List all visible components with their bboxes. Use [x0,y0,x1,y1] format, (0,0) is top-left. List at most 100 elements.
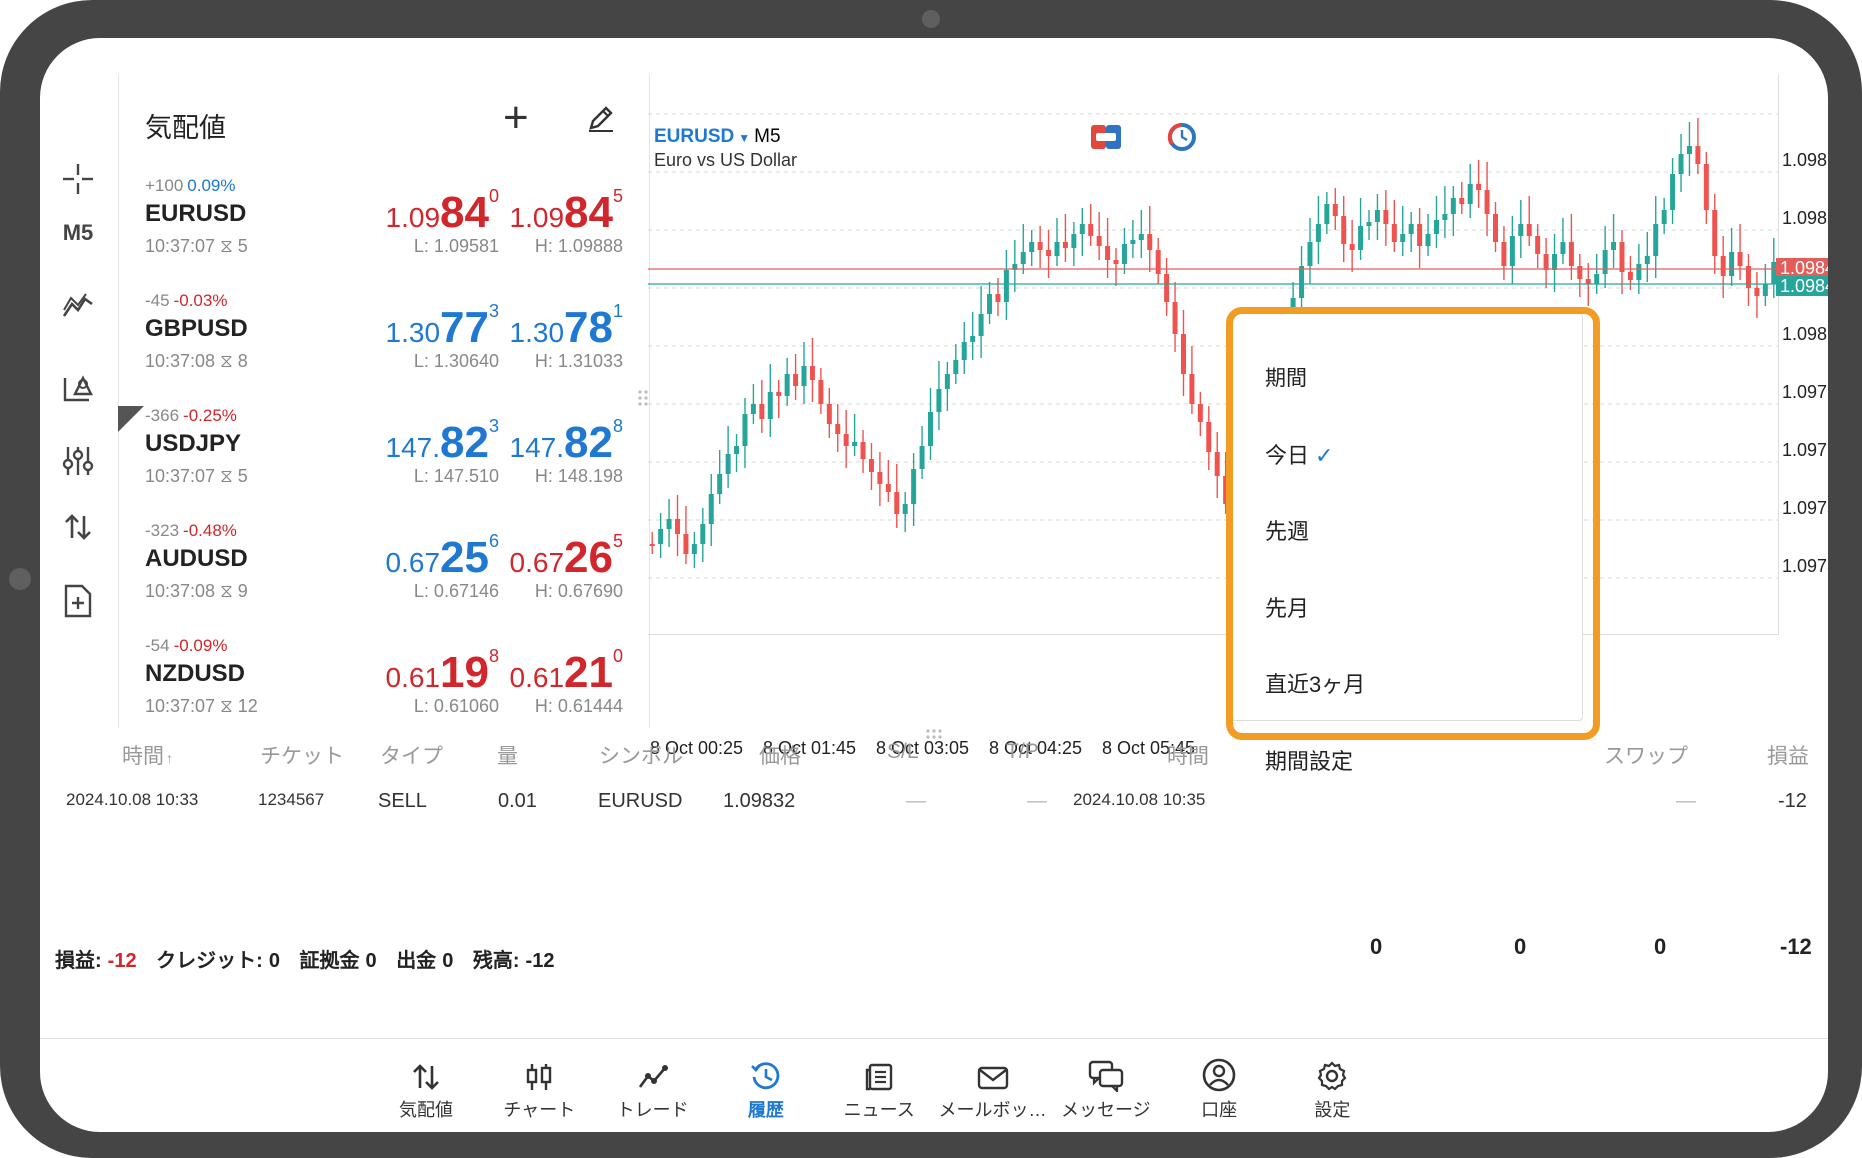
timeframe-button[interactable]: M5 [48,208,108,258]
candle-body [1476,184,1482,190]
tablet-frame: M5 気配値 + +100 0.09% EURUSD 10:37:07 ⧖ 5 … [0,0,1862,1158]
quote-ask[interactable]: 147.828 [509,416,623,468]
candle-body [1197,404,1203,422]
ask-big: 84 [564,188,613,237]
quote-bid[interactable]: 0.67256 [386,531,499,583]
col-tp[interactable]: T/P [1006,740,1039,764]
col-profit[interactable]: 損益 [1767,740,1809,770]
history-row[interactable]: 2024.10.08 10:33 1234567 SELL 0.01 EURUS… [40,790,1828,830]
col-close-time[interactable]: 時間 [1167,740,1209,770]
candle-body [1079,224,1085,234]
nav-item[interactable]: 気配値 [371,1056,481,1122]
nav-item[interactable]: メッセージ [1051,1056,1161,1122]
quote-ask[interactable]: 1.30781 [509,301,623,353]
chart-resize-handle[interactable] [925,728,943,740]
indicators-icon[interactable] [48,282,108,332]
chart-plot-area[interactable] [648,74,1779,635]
camera-dot [922,10,940,28]
crosshair-icon[interactable] [48,154,108,204]
history-table-header: 時間 ↑ チケット タイプ 量 シンボル 価格 S/L T/P 時間 スワップ 損… [40,740,1828,780]
nav-item[interactable]: メールボッ… [938,1056,1048,1122]
settings-sliders-icon[interactable] [48,436,108,486]
trend-icon [598,1056,708,1092]
quote-bid[interactable]: 1.09840 [386,186,499,238]
ask-pip: 5 [612,186,623,206]
quote-ask[interactable]: 1.09845 [510,186,623,238]
candle-body [1442,214,1448,220]
bid-pip: 3 [488,301,499,321]
candle-body [995,294,1001,302]
quote-row[interactable]: -366 -0.25% USDJPY 10:37:07 ⧖ 5 147.823 147.8… [119,400,649,515]
col-symbol[interactable]: シンボル [599,740,683,770]
candle-body [1358,226,1364,250]
quote-row[interactable]: -45 -0.03% GBPUSD 10:37:08 ⧖ 8 1.30773 1.3078… [119,285,649,400]
quote-row[interactable]: -54 -0.09% NZDUSD 10:37:07 ⧖ 12 0.61198 0.612… [119,630,649,728]
nav-divider [40,1038,1828,1039]
candle-body [978,314,984,336]
nav-label: 気配値 [399,1100,453,1120]
account-icon [1164,1056,1274,1092]
arrows-updown-icon[interactable] [48,502,108,552]
candle-body [1543,254,1549,270]
candle-body [1088,224,1094,236]
chart-symbol-line[interactable]: EURUSD ▼ M5 [654,126,781,148]
quote-bid[interactable]: 147.823 [386,416,499,468]
quote-row[interactable]: -323 -0.48% AUDUSD 10:37:08 ⧖ 9 0.67256 0.672… [119,515,649,630]
ask-small: 1.30 [509,317,565,348]
add-symbol-button[interactable]: + [503,96,529,140]
candle-body [1408,224,1414,234]
col-open-time[interactable]: 時間 ↑ [122,740,173,770]
col-price[interactable]: 価格 [759,740,801,770]
candle-body [877,472,883,484]
quote-ask[interactable]: 0.67265 [510,531,623,583]
nav-item[interactable]: 口座 [1164,1056,1274,1122]
nav-item[interactable]: 履歴 [711,1056,821,1122]
candle-body [1391,224,1397,242]
quote-symbol: EURUSD [145,200,247,227]
quote-bid[interactable]: 1.30773 [386,301,499,353]
bid-big: 25 [440,533,489,582]
one-click-trading-icon[interactable] [1090,124,1122,155]
edit-icon[interactable] [585,102,617,139]
candle-body [826,404,832,424]
highlight-frame [1226,307,1600,740]
trade-clock-icon[interactable] [1166,122,1198,157]
col-ticket[interactable]: チケット [260,740,344,770]
candle-body [835,424,841,434]
candle-body [1130,240,1136,244]
candle-body [1206,422,1212,452]
col-volume[interactable]: 量 [497,740,518,770]
quote-bid[interactable]: 0.61198 [386,646,499,698]
candle-body [1299,266,1305,298]
quote-symbol: NZDUSD [145,660,245,687]
candle-body [1071,234,1077,248]
quote-change-pct: -0.25% [183,406,237,425]
candle-body [1552,254,1558,270]
ask-small: 147. [509,432,565,463]
period-custom[interactable]: 期間設定 [1265,744,1353,776]
objects-icon[interactable] [48,362,108,412]
quote-ask[interactable]: 0.61210 [510,646,623,698]
nav-item[interactable]: チャート [484,1056,594,1122]
quote-symbol: AUDUSD [145,545,248,572]
candle-body [1096,236,1102,246]
quote-low: L: 0.67146 [413,581,499,601]
col-swap[interactable]: スワップ [1604,740,1688,770]
col-sl[interactable]: S/L [887,740,919,764]
candle-body [1737,252,1743,266]
new-document-icon[interactable] [48,576,108,626]
candle-body [1105,246,1111,260]
candle-body [1113,260,1119,264]
col-type[interactable]: タイプ [380,740,443,770]
candle-body [1619,242,1625,272]
nav-item[interactable]: 設定 [1277,1056,1387,1122]
nav-label: チャート [503,1100,576,1120]
nav-item[interactable]: ニュース [824,1056,934,1122]
quote-row[interactable]: +100 0.09% EURUSD 10:37:07 ⧖ 5 1.09840 1.0984… [119,170,649,285]
candle-body [1661,210,1667,224]
summary-profit-label: 損益: [55,950,102,972]
candle-body [944,374,950,389]
timeframe-label: M5 [62,220,94,245]
nav-item[interactable]: トレード [598,1056,708,1122]
bid-pip: 8 [488,646,499,666]
